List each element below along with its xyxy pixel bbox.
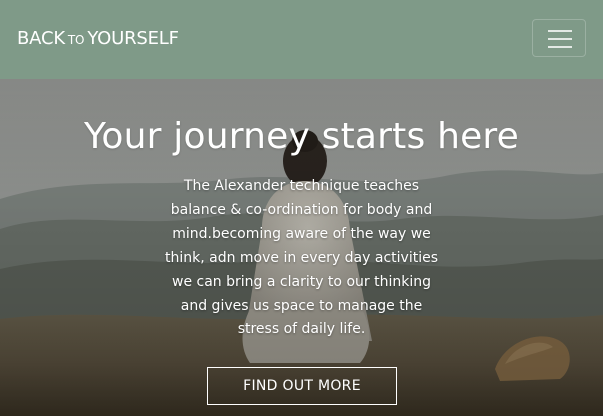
brand-word-yourself: YOURSELF <box>87 28 179 49</box>
find-out-more-button[interactable]: FIND OUT MORE <box>207 367 397 405</box>
hero-section: Your journey starts here The Alexander t… <box>0 79 603 416</box>
hamburger-menu-icon <box>548 30 572 32</box>
navbar: BACK TO YOURSELF <box>0 0 603 79</box>
brand-word-back: BACK <box>17 28 65 49</box>
brand-word-to: TO <box>67 33 85 47</box>
menu-toggle-button[interactable] <box>532 19 586 57</box>
page: BACK TO YOURSELF Your journey starts her… <box>0 0 603 416</box>
brand-logo-link[interactable]: BACK TO YOURSELF <box>17 28 179 49</box>
hero-description: The Alexander technique teaches balance … <box>164 178 438 338</box>
hero-title: Your journey starts here <box>84 116 519 157</box>
